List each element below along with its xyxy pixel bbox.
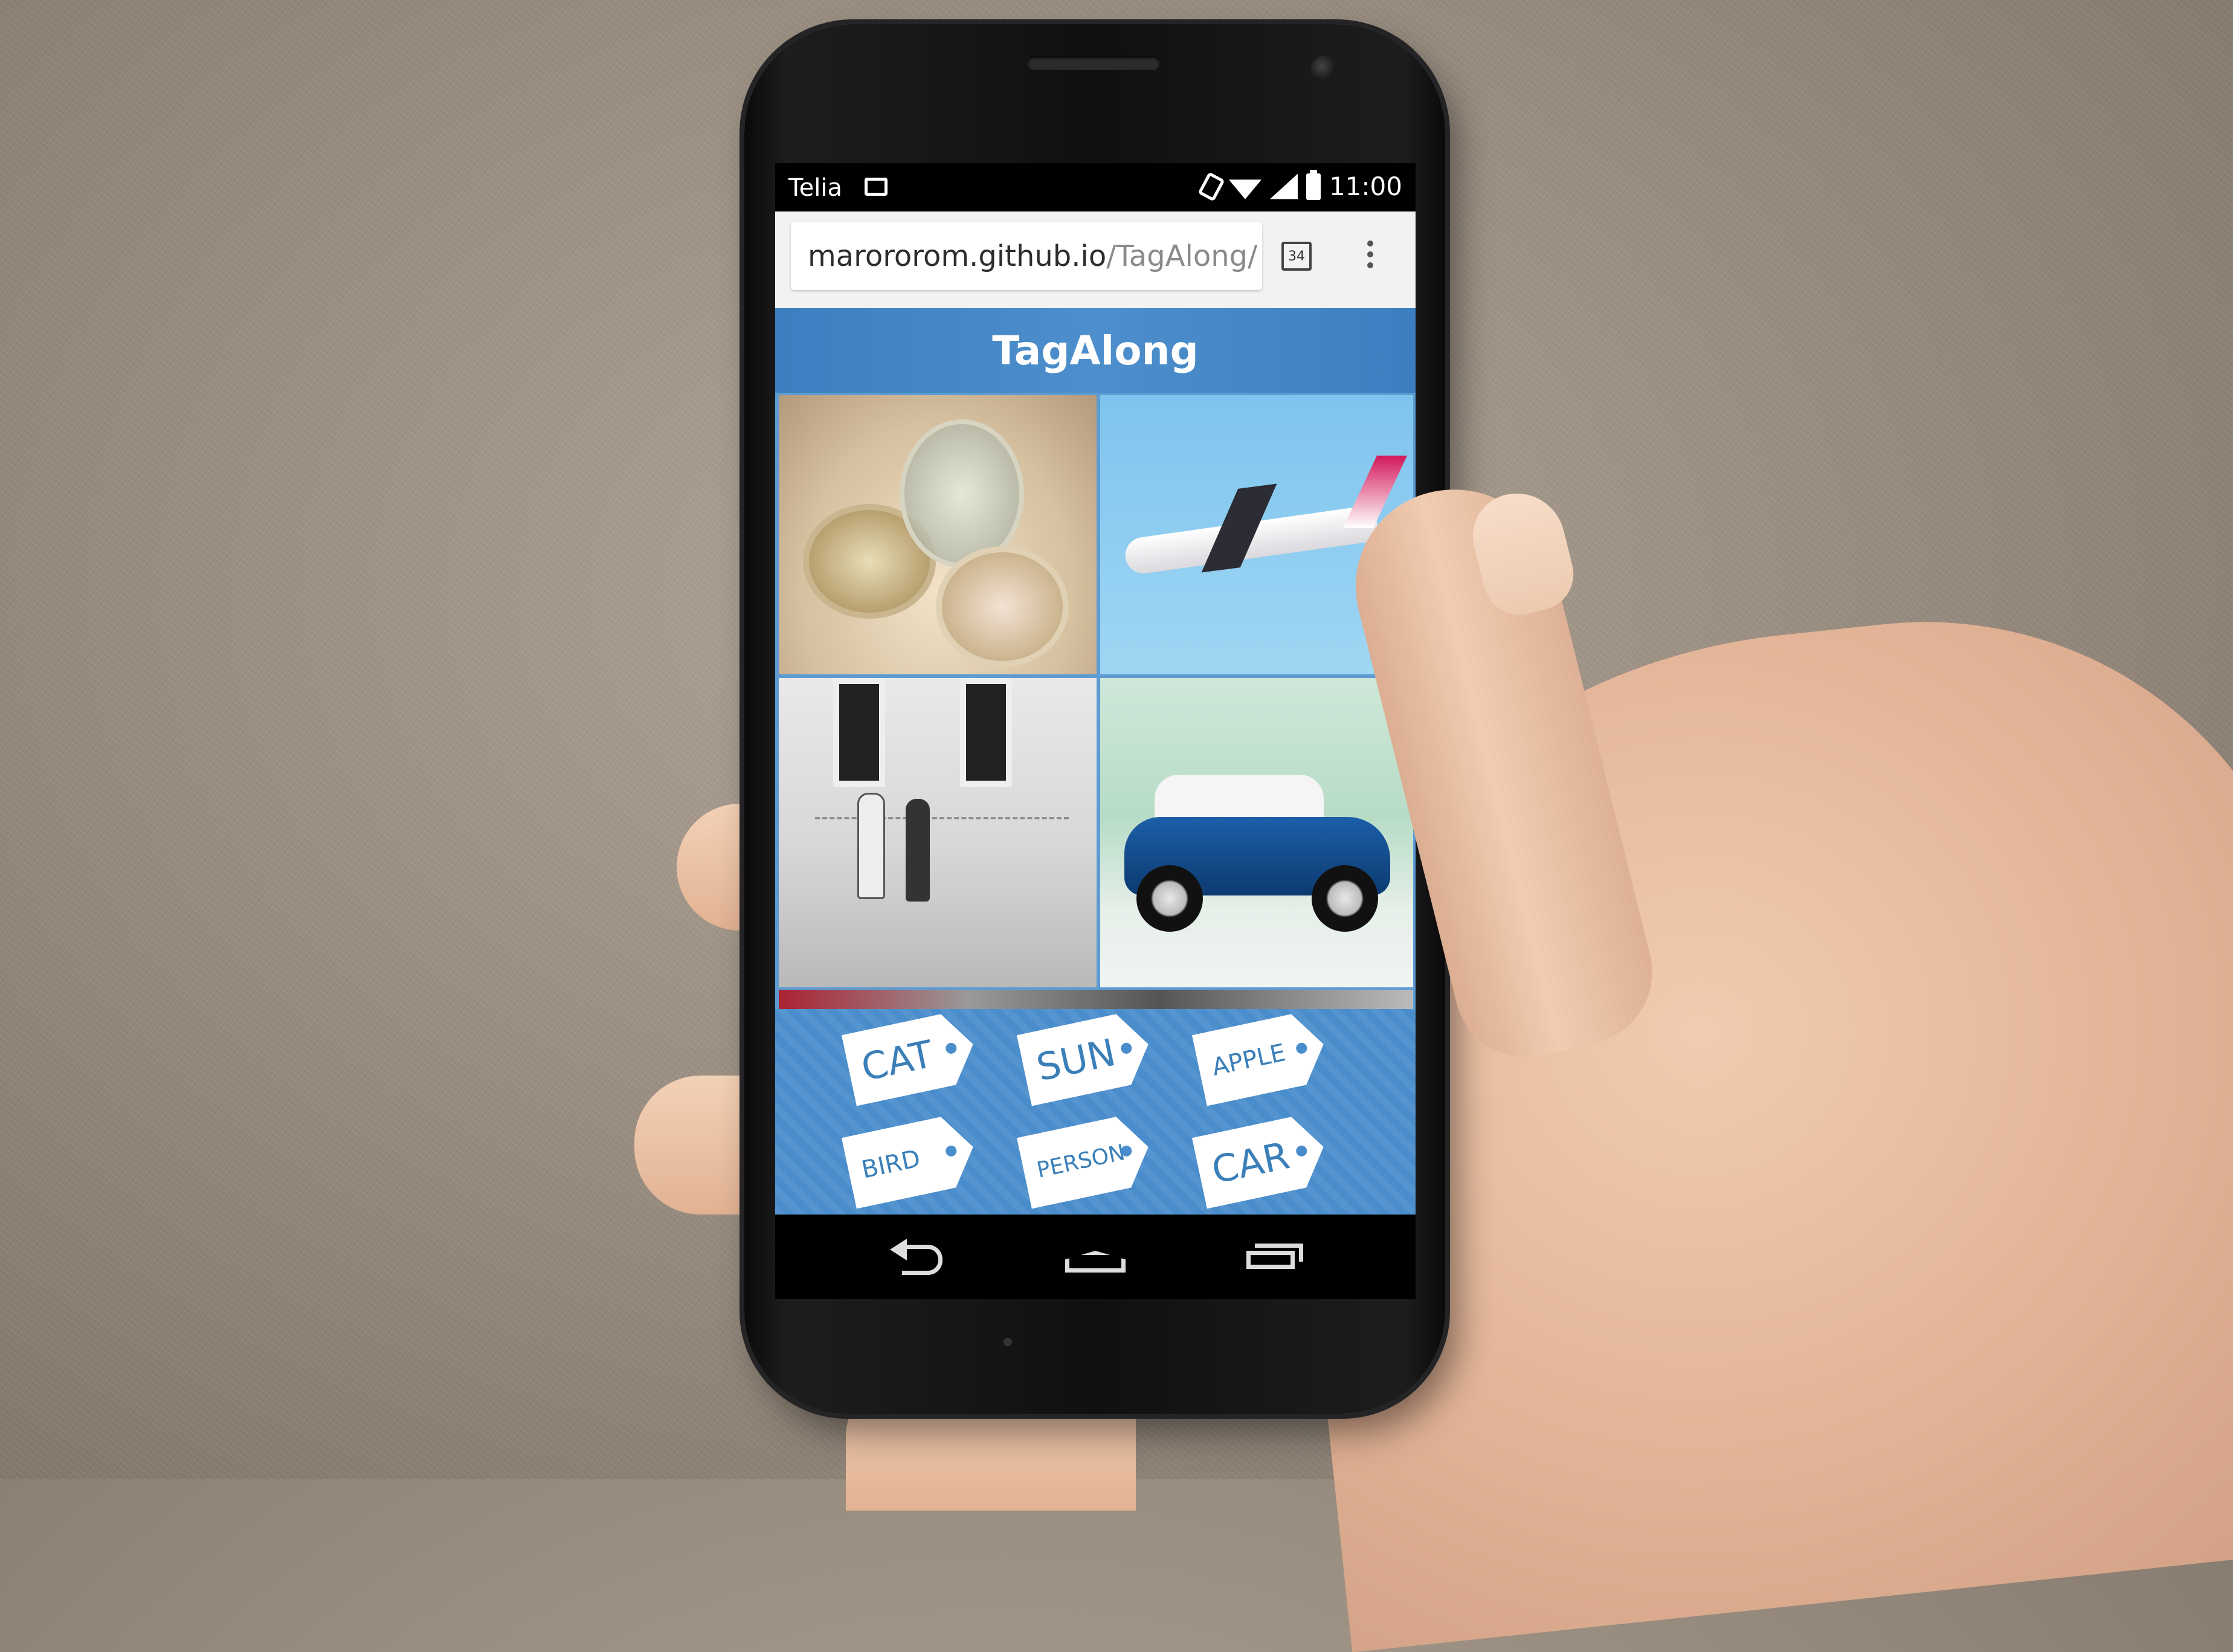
tag-hole — [1295, 1144, 1308, 1157]
status-bar: Telia 11:00 — [775, 163, 1416, 211]
tag-label: BIRD — [859, 1144, 923, 1184]
cast-icon — [865, 178, 888, 196]
tag-bird[interactable]: BIRD — [842, 1111, 981, 1208]
tag-hole — [1295, 1042, 1308, 1054]
overflow-menu-icon[interactable] — [1367, 240, 1374, 274]
phone-screen: Telia 11:00 marororom.github.io/TagAlong… — [775, 163, 1416, 1299]
image-street[interactable] — [779, 678, 1097, 987]
tag-hole — [945, 1144, 958, 1157]
tag-car[interactable]: CAR — [1192, 1111, 1331, 1208]
home-icon[interactable] — [1065, 1239, 1126, 1275]
browser-toolbar: marororom.github.io/TagAlong/ 34 — [775, 211, 1416, 308]
wifi-icon — [1229, 173, 1262, 200]
url-bar[interactable]: marororom.github.io/TagAlong/ — [791, 222, 1262, 290]
clock: 11:00 — [1329, 172, 1402, 201]
tag-apple[interactable]: APPLE — [1192, 1008, 1331, 1106]
signal-icon — [1269, 173, 1298, 199]
tag-label: CAT — [857, 1031, 937, 1089]
image-row-partial[interactable] — [779, 990, 1413, 1009]
status-icons: 11:00 — [1197, 169, 1402, 202]
image-grid — [775, 393, 1416, 1009]
carrier-name: Telia — [788, 174, 842, 202]
tag-label: PERSON — [1034, 1140, 1127, 1183]
front-camera — [1311, 56, 1338, 82]
graffiti-wall — [815, 817, 1069, 892]
tag-hole — [1120, 1042, 1133, 1054]
tag-hole — [945, 1042, 958, 1054]
image-lenses[interactable] — [779, 395, 1097, 674]
tab-switcher-button[interactable]: 34 — [1281, 242, 1312, 271]
car-wheel — [1312, 865, 1378, 932]
app-title: TagAlong — [775, 308, 1416, 393]
pedestrian — [857, 793, 885, 899]
url-host: marororom.github.io — [808, 239, 1107, 273]
tag-person[interactable]: PERSON — [1017, 1111, 1156, 1208]
tag-sun[interactable]: SUN — [1017, 1008, 1156, 1106]
back-icon[interactable] — [890, 1239, 950, 1275]
car-wheel — [1136, 865, 1203, 932]
tag-label: CAR — [1208, 1132, 1294, 1192]
image-car[interactable] — [1100, 678, 1413, 987]
lens — [900, 419, 1024, 568]
microphone — [1004, 1338, 1012, 1346]
lens — [936, 546, 1069, 667]
vibrate-icon — [1197, 171, 1225, 202]
tag-panel: CAT SUN APPLE BIRD PERSON CAR — [775, 1009, 1416, 1215]
battery-icon — [1306, 169, 1321, 200]
pedestrian — [906, 799, 930, 902]
tag-label: SUN — [1033, 1030, 1120, 1089]
tag-label: APPLE — [1210, 1039, 1289, 1082]
recent-apps-icon[interactable] — [1240, 1239, 1303, 1275]
url-path: /TagAlong/ — [1106, 239, 1258, 273]
building-window — [960, 678, 1012, 787]
tag-cat[interactable]: CAT — [842, 1008, 981, 1106]
android-nav-bar — [775, 1215, 1416, 1299]
earpiece — [1027, 56, 1160, 70]
building-window — [833, 678, 885, 787]
